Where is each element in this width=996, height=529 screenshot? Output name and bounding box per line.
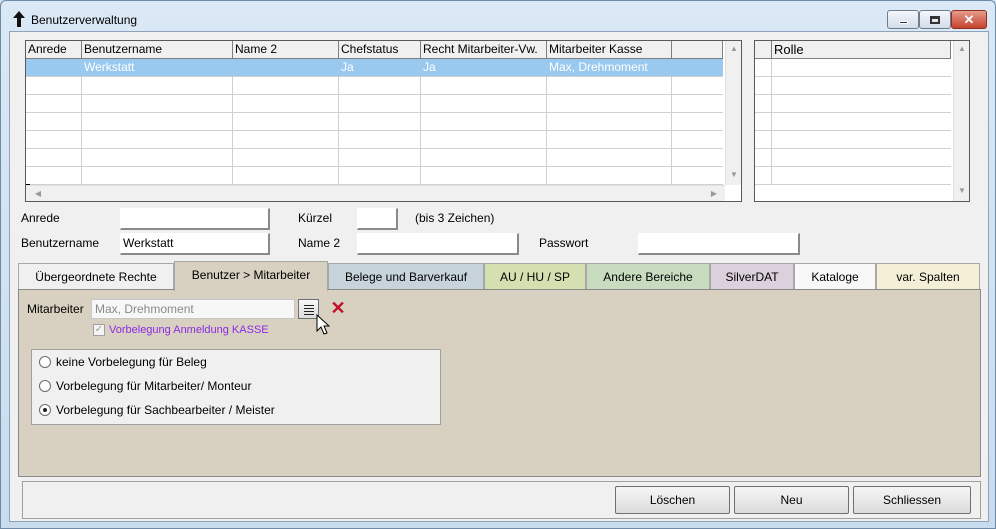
benutzername-label: Benutzername: [21, 236, 100, 250]
vorbelegung-kasse-checkbox[interactable]: ✓: [93, 324, 105, 336]
table-row-empty[interactable]: [26, 149, 723, 167]
role-row-empty[interactable]: [755, 77, 951, 95]
user-grid[interactable]: Anrede Benutzername Name 2 Chefstatus Re…: [25, 40, 742, 202]
client-area: Anrede Benutzername Name 2 Chefstatus Re…: [9, 31, 989, 522]
up-arrow-icon: [13, 11, 25, 27]
kuerzel-label: Kürzel: [298, 211, 333, 225]
radio-button[interactable]: [39, 356, 51, 368]
scroll-left-icon[interactable]: ◀: [30, 186, 46, 201]
mouse-pointer-icon: [316, 314, 331, 335]
kuerzel-field[interactable]: [357, 208, 398, 230]
vorbelegung-kasse-label: Vorbelegung Anmeldung KASSE: [109, 324, 269, 336]
column-header-rolle[interactable]: Rolle: [772, 41, 951, 59]
minimize-button[interactable]: [887, 10, 919, 29]
column-header-recht[interactable]: Recht Mitarbeiter-Vw.: [421, 41, 547, 59]
column-header-anrede[interactable]: Anrede: [26, 41, 82, 59]
cell-name2: [233, 59, 339, 77]
horizontal-scrollbar[interactable]: ◀ ▶: [26, 185, 725, 201]
name2-field[interactable]: [357, 233, 519, 255]
role-grid[interactable]: Rolle ▲ ▼: [754, 40, 970, 202]
minimize-icon: [898, 21, 908, 24]
maximize-icon: [930, 15, 940, 24]
vorbelegung-radio-group: keine Vorbelegung für Beleg Vorbelegung …: [31, 349, 441, 425]
scroll-right-icon[interactable]: ▶: [706, 186, 722, 201]
table-row-empty[interactable]: [26, 77, 723, 95]
scroll-up-icon[interactable]: ▲: [954, 41, 969, 57]
vertical-scrollbar[interactable]: ▲ ▼: [725, 41, 741, 185]
cell-recht: Ja: [421, 59, 547, 77]
schliessen-button-label: Schliessen: [882, 493, 942, 507]
table-row-empty[interactable]: [26, 167, 723, 185]
cell-kasse: Max, Drehmoment: [547, 59, 672, 77]
scroll-down-icon[interactable]: ▼: [726, 167, 741, 183]
table-row[interactable]: Werkstatt Ja Ja Max, Drehmoment: [26, 59, 723, 77]
column-header-name2[interactable]: Name 2: [233, 41, 339, 59]
radio-label: Vorbelegung für Sachbearbeiter / Meister: [56, 403, 275, 417]
tab-belege-barverkauf[interactable]: Belege und Barverkauf: [328, 263, 484, 290]
close-button[interactable]: ✕: [951, 10, 987, 29]
loeschen-button-label: Löschen: [649, 493, 696, 507]
role-row-empty[interactable]: [755, 149, 951, 167]
kuerzel-hint: (bis 3 Zeichen): [415, 211, 495, 225]
table-row-empty[interactable]: [26, 113, 723, 131]
cell-chefstatus: Ja: [339, 59, 421, 77]
role-row-empty[interactable]: [755, 113, 951, 131]
schliessen-button[interactable]: Schliessen: [853, 486, 971, 514]
close-icon: ✕: [963, 11, 975, 27]
cell-benutzername: Werkstatt: [82, 59, 233, 77]
role-row-empty[interactable]: [755, 167, 951, 185]
mitarbeiter-field[interactable]: Max, Drehmoment: [91, 299, 295, 319]
table-row-empty[interactable]: [26, 95, 723, 113]
column-header-empty: [672, 41, 723, 59]
scroll-down-icon[interactable]: ▼: [954, 183, 969, 199]
column-header-kasse[interactable]: Mitarbeiter Kasse: [547, 41, 672, 59]
neu-button-label: Neu: [780, 493, 803, 507]
role-row-empty[interactable]: [755, 131, 951, 149]
radio-vorbelegung-sachbearbeiter[interactable]: Vorbelegung für Sachbearbeiter / Meister: [39, 402, 275, 418]
button-bar: Löschen Neu Schliessen: [22, 481, 981, 519]
tab-andere-bereiche[interactable]: Andere Bereiche: [586, 263, 710, 290]
window-title: Benutzerverwaltung: [31, 13, 138, 27]
radio-keine-vorbelegung[interactable]: keine Vorbelegung für Beleg: [39, 354, 207, 370]
radio-button-selected[interactable]: [39, 404, 51, 416]
neu-button[interactable]: Neu: [734, 486, 849, 514]
passwort-field[interactable]: [638, 233, 800, 255]
role-row-empty[interactable]: [755, 95, 951, 113]
radio-vorbelegung-mitarbeiter[interactable]: Vorbelegung für Mitarbeiter/ Monteur: [39, 378, 251, 394]
tab-benutzer-mitarbeiter[interactable]: Benutzer > Mitarbeiter: [174, 261, 328, 291]
radio-button[interactable]: [39, 380, 51, 392]
column-header-benutzername[interactable]: Benutzername: [82, 41, 233, 59]
passwort-label: Passwort: [539, 236, 589, 250]
tab-var-spalten[interactable]: var. Spalten: [876, 263, 980, 290]
tab-kataloge[interactable]: Kataloge: [794, 263, 876, 290]
anrede-label: Anrede: [21, 211, 60, 225]
cell-anrede: [26, 59, 82, 77]
radio-label: Vorbelegung für Mitarbeiter/ Monteur: [56, 379, 252, 393]
role-indicator-header: [755, 41, 772, 59]
table-row-empty[interactable]: [26, 131, 723, 149]
scroll-up-icon[interactable]: ▲: [726, 41, 741, 57]
role-vertical-scrollbar[interactable]: ▲ ▼: [953, 41, 969, 201]
name2-label: Name 2: [298, 236, 341, 250]
loeschen-button[interactable]: Löschen: [615, 486, 730, 514]
tab-uebergeordnete-rechte[interactable]: Übergeordnete Rechte: [18, 263, 174, 290]
column-header-chefstatus[interactable]: Chefstatus: [339, 41, 421, 59]
maximize-button[interactable]: [919, 10, 951, 29]
anrede-field[interactable]: [120, 208, 270, 230]
benutzername-field[interactable]: Werkstatt: [120, 233, 270, 255]
mitarbeiter-label: Mitarbeiter: [27, 302, 84, 316]
role-row-empty[interactable]: [755, 59, 951, 77]
tab-panel-benutzer-mitarbeiter: Mitarbeiter Max, Drehmoment ✕ ✓ Vorbeleg…: [18, 289, 981, 477]
tab-au-hu-sp[interactable]: AU / HU / SP: [484, 263, 586, 290]
tab-silverdat[interactable]: SilverDAT: [710, 263, 794, 290]
user-management-window: Benutzerverwaltung ✕ Anrede Benutzername…: [0, 0, 996, 529]
radio-label: keine Vorbelegung für Beleg: [56, 355, 207, 369]
